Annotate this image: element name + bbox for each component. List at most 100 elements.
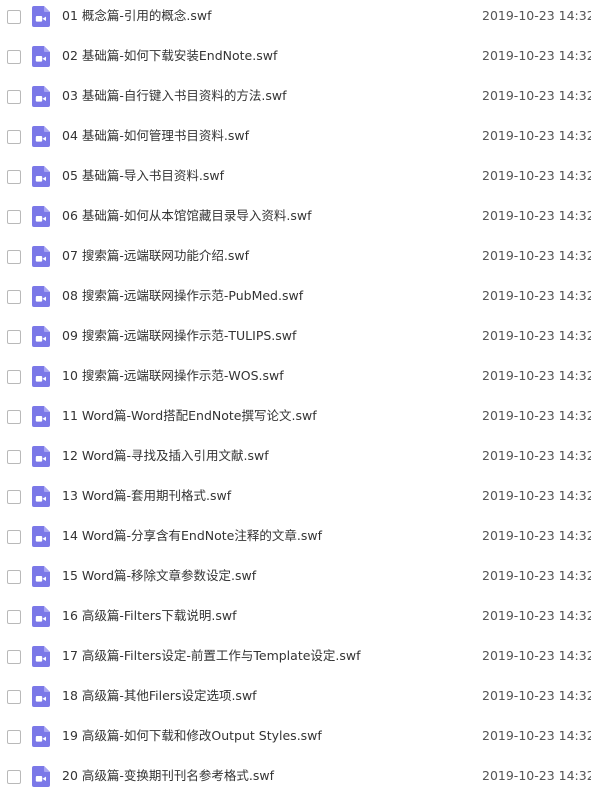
file-rows: 01 概念篇-引用的概念.swf 2019-10-23 14:32 02 基础篇… [0, 0, 591, 800]
select-checkbox[interactable] [7, 530, 21, 544]
file-row[interactable]: 01 概念篇-引用的概念.swf 2019-10-23 14:32 [0, 0, 591, 40]
file-name[interactable]: 01 概念篇-引用的概念.swf [62, 8, 212, 24]
file-name[interactable]: 05 基础篇-导入书目资料.swf [62, 168, 224, 184]
select-checkbox[interactable] [7, 210, 21, 224]
file-row[interactable]: 20 高级篇-变换期刊刊名参考格式.swf 2019-10-23 14:32 [0, 760, 591, 800]
video-file-icon [32, 246, 50, 267]
video-file-icon [32, 286, 50, 307]
video-file-icon [32, 486, 50, 507]
file-row[interactable]: 10 搜索篇-远端联网操作示范-WOS.swf 2019-10-23 14:32 [0, 360, 591, 400]
video-file-icon [32, 166, 50, 187]
file-modified-date: 2019-10-23 14:32 [482, 328, 591, 343]
file-name[interactable]: 16 高级篇-Filters下载说明.swf [62, 608, 236, 624]
video-file-icon [32, 606, 50, 627]
file-name[interactable]: 06 基础篇-如何从本馆馆藏目录导入资料.swf [62, 208, 312, 224]
video-file-icon [32, 86, 50, 107]
file-row[interactable]: 08 搜索篇-远端联网操作示范-PubMed.swf 2019-10-23 14… [0, 280, 591, 320]
file-name[interactable]: 18 高级篇-其他Filers设定选项.swf [62, 688, 257, 704]
select-checkbox[interactable] [7, 690, 21, 704]
file-row[interactable]: 11 Word篇-Word搭配EndNote撰写论文.swf 2019-10-2… [0, 400, 591, 440]
file-name[interactable]: 13 Word篇-套用期刊格式.swf [62, 488, 231, 504]
video-file-icon [32, 406, 50, 427]
file-modified-date: 2019-10-23 14:32 [482, 168, 591, 183]
file-row[interactable]: 02 基础篇-如何下载安装EndNote.swf 2019-10-23 14:3… [0, 40, 591, 80]
select-checkbox[interactable] [7, 330, 21, 344]
file-modified-date: 2019-10-23 14:32 [482, 128, 591, 143]
file-modified-date: 2019-10-23 14:32 [482, 728, 591, 743]
video-file-icon [32, 126, 50, 147]
file-row[interactable]: 07 搜索篇-远端联网功能介绍.swf 2019-10-23 14:32 [0, 240, 591, 280]
file-name[interactable]: 19 高级篇-如何下载和修改Output Styles.swf [62, 728, 322, 744]
file-name[interactable]: 02 基础篇-如何下载安装EndNote.swf [62, 48, 277, 64]
video-file-icon [32, 446, 50, 467]
file-modified-date: 2019-10-23 14:32 [482, 48, 591, 63]
file-modified-date: 2019-10-23 14:32 [482, 368, 591, 383]
video-file-icon [32, 646, 50, 667]
file-row[interactable]: 04 基础篇-如何管理书目资料.swf 2019-10-23 14:32 [0, 120, 591, 160]
file-name[interactable]: 08 搜索篇-远端联网操作示范-PubMed.swf [62, 288, 303, 304]
file-modified-date: 2019-10-23 14:32 [482, 648, 591, 663]
file-row[interactable]: 15 Word篇-移除文章参数设定.swf 2019-10-23 14:32 [0, 560, 591, 600]
select-checkbox[interactable] [7, 250, 21, 264]
select-checkbox[interactable] [7, 570, 21, 584]
file-row[interactable]: 19 高级篇-如何下载和修改Output Styles.swf 2019-10-… [0, 720, 591, 760]
select-checkbox[interactable] [7, 450, 21, 464]
select-checkbox[interactable] [7, 610, 21, 624]
file-modified-date: 2019-10-23 14:32 [482, 528, 591, 543]
file-modified-date: 2019-10-23 14:32 [482, 8, 591, 23]
file-modified-date: 2019-10-23 14:32 [482, 448, 591, 463]
video-file-icon [32, 686, 50, 707]
file-name[interactable]: 11 Word篇-Word搭配EndNote撰写论文.swf [62, 408, 317, 424]
file-name[interactable]: 09 搜索篇-远端联网操作示范-TULIPS.swf [62, 328, 296, 344]
file-modified-date: 2019-10-23 14:32 [482, 688, 591, 703]
video-file-icon [32, 566, 50, 587]
file-modified-date: 2019-10-23 14:32 [482, 288, 591, 303]
select-checkbox[interactable] [7, 10, 21, 24]
video-file-icon [32, 6, 50, 27]
file-modified-date: 2019-10-23 14:32 [482, 88, 591, 103]
file-row[interactable]: 16 高级篇-Filters下载说明.swf 2019-10-23 14:32 [0, 600, 591, 640]
file-list: 01 概念篇-引用的概念.swf 2019-10-23 14:32 02 基础篇… [0, 0, 591, 792]
file-name[interactable]: 14 Word篇-分享含有EndNote注释的文章.swf [62, 528, 322, 544]
file-modified-date: 2019-10-23 14:32 [482, 768, 591, 783]
file-row[interactable]: 18 高级篇-其他Filers设定选项.swf 2019-10-23 14:32 [0, 680, 591, 720]
file-row[interactable]: 05 基础篇-导入书目资料.swf 2019-10-23 14:32 [0, 160, 591, 200]
select-checkbox[interactable] [7, 370, 21, 384]
file-name[interactable]: 12 Word篇-寻找及插入引用文献.swf [62, 448, 269, 464]
select-checkbox[interactable] [7, 730, 21, 744]
select-checkbox[interactable] [7, 490, 21, 504]
select-checkbox[interactable] [7, 290, 21, 304]
file-modified-date: 2019-10-23 14:32 [482, 608, 591, 623]
file-modified-date: 2019-10-23 14:32 [482, 248, 591, 263]
video-file-icon [32, 526, 50, 547]
file-name[interactable]: 04 基础篇-如何管理书目资料.swf [62, 128, 249, 144]
select-checkbox[interactable] [7, 770, 21, 784]
file-row[interactable]: 09 搜索篇-远端联网操作示范-TULIPS.swf 2019-10-23 14… [0, 320, 591, 360]
file-row[interactable]: 03 基础篇-自行键入书目资料的方法.swf 2019-10-23 14:32 [0, 80, 591, 120]
file-name[interactable]: 10 搜索篇-远端联网操作示范-WOS.swf [62, 368, 284, 384]
file-name[interactable]: 17 高级篇-Filters设定-前置工作与Template设定.swf [62, 648, 361, 664]
file-row[interactable]: 12 Word篇-寻找及插入引用文献.swf 2019-10-23 14:32 [0, 440, 591, 480]
video-file-icon [32, 206, 50, 227]
file-row[interactable]: 14 Word篇-分享含有EndNote注释的文章.swf 2019-10-23… [0, 520, 591, 560]
select-checkbox[interactable] [7, 90, 21, 104]
video-file-icon [32, 726, 50, 747]
file-modified-date: 2019-10-23 14:32 [482, 208, 591, 223]
file-name[interactable]: 20 高级篇-变换期刊刊名参考格式.swf [62, 768, 274, 784]
file-name[interactable]: 03 基础篇-自行键入书目资料的方法.swf [62, 88, 287, 104]
select-checkbox[interactable] [7, 130, 21, 144]
video-file-icon [32, 366, 50, 387]
select-checkbox[interactable] [7, 170, 21, 184]
select-checkbox[interactable] [7, 410, 21, 424]
file-row[interactable]: 17 高级篇-Filters设定-前置工作与Template设定.swf 201… [0, 640, 591, 680]
select-checkbox[interactable] [7, 650, 21, 664]
select-checkbox[interactable] [7, 50, 21, 64]
video-file-icon [32, 766, 50, 787]
file-name[interactable]: 07 搜索篇-远端联网功能介绍.swf [62, 248, 249, 264]
file-modified-date: 2019-10-23 14:32 [482, 568, 591, 583]
video-file-icon [32, 326, 50, 347]
video-file-icon [32, 46, 50, 67]
file-name[interactable]: 15 Word篇-移除文章参数设定.swf [62, 568, 256, 584]
file-row[interactable]: 13 Word篇-套用期刊格式.swf 2019-10-23 14:32 [0, 480, 591, 520]
file-row[interactable]: 06 基础篇-如何从本馆馆藏目录导入资料.swf 2019-10-23 14:3… [0, 200, 591, 240]
